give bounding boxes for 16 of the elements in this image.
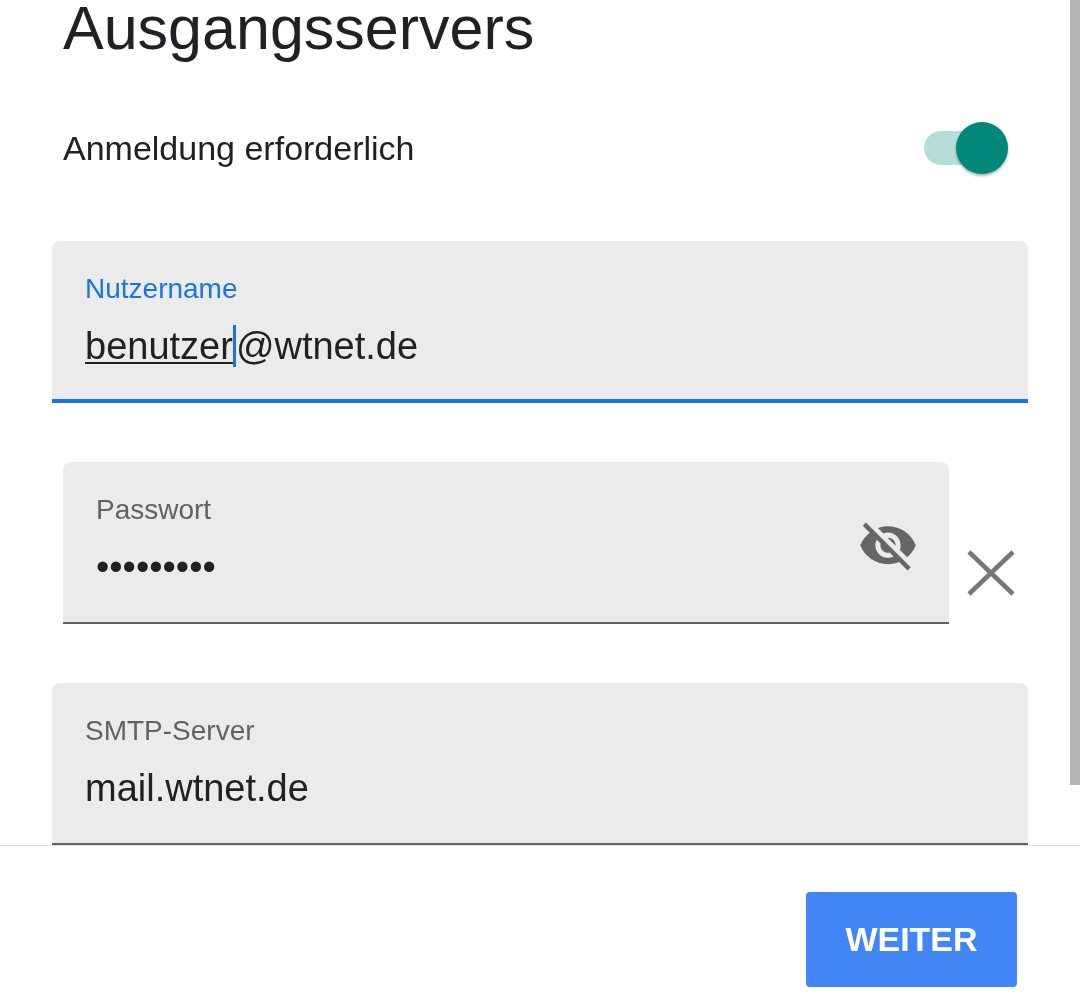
- field-value: •••••••••: [96, 545, 216, 590]
- password-field[interactable]: Passwort •••••••••: [63, 462, 949, 624]
- input-field[interactable]: Nutzername benutzer@wtnet.de: [52, 241, 1028, 403]
- scrollbar[interactable]: [1070, 0, 1080, 785]
- next-button[interactable]: WEITER: [806, 892, 1017, 987]
- toggle-switch[interactable]: [924, 122, 1008, 174]
- input-field[interactable]: SMTP-Server mail.wtnet.de: [52, 683, 1028, 845]
- field-label: Passwort: [96, 493, 212, 527]
- field-label: SMTP-Server: [85, 714, 255, 748]
- close-icon[interactable]: [967, 550, 1015, 596]
- page-title: Ausgangsservers: [63, 0, 535, 64]
- field-label: Nutzername: [85, 272, 238, 306]
- toggle-label: Anmeldung erforderlich: [63, 128, 415, 168]
- eye-slash-icon[interactable]: [860, 522, 916, 571]
- field-value: benutzer@wtnet.de: [85, 324, 419, 369]
- field-value: mail.wtnet.de: [85, 766, 309, 811]
